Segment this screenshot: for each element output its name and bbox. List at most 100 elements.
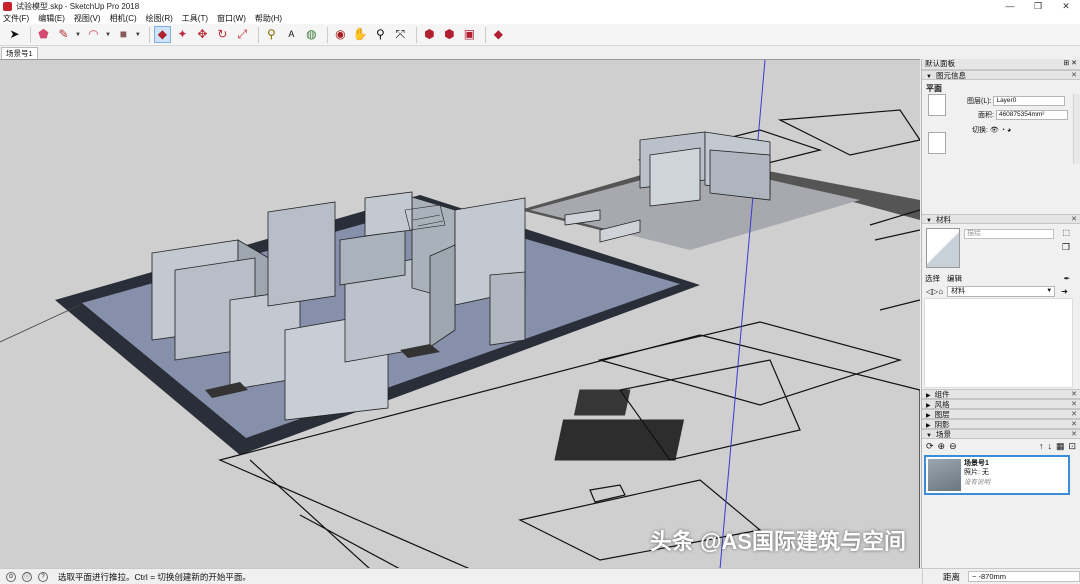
menu-edit[interactable]: 编辑(E) [38, 13, 65, 24]
menu-tools[interactable]: 工具(T) [182, 13, 208, 24]
eyedropper-icon[interactable]: ✒ [1064, 274, 1070, 283]
visibility-icon[interactable]: 👁 [990, 127, 999, 134]
zoom-icon[interactable]: ⚲ [372, 26, 389, 43]
credits-icon[interactable]: ⓘ [22, 571, 32, 582]
receive-shadow-icon[interactable]: ◕ [1007, 127, 1011, 134]
toggles-row: 切换: 👁 ◔ ◕ [972, 125, 1011, 135]
close-icon[interactable]: ✕ [1071, 420, 1077, 429]
distance-input[interactable]: ~ -870mm [968, 571, 1080, 582]
tape-measure-icon[interactable]: ⚲ [263, 26, 280, 43]
move-down-icon[interactable]: ↓ [1047, 441, 1052, 451]
layer-row: 图层(L): Layer0 [967, 96, 1066, 107]
close-icon[interactable]: ✕ [1071, 390, 1077, 399]
chevron-down-icon[interactable]: ▼ [75, 32, 81, 38]
shape-icon[interactable]: ■ [115, 26, 132, 43]
back-material-swatch[interactable] [928, 132, 946, 154]
drawing-viewport[interactable]: 头条 @AS国际建筑与空间 [0, 59, 920, 568]
menu-camera[interactable]: 相机(C) [110, 13, 137, 24]
entity-info-header[interactable]: ▼ 图元信息 ✕ [922, 70, 1080, 80]
follow-me-icon[interactable]: ✦ [174, 26, 191, 43]
layer-label: 图层(L): [967, 98, 992, 105]
material-library-select[interactable]: 材料 ▼ [947, 285, 1056, 297]
paint-bucket-icon[interactable]: ◍ [303, 26, 320, 43]
scene-tab[interactable]: 场景号1 [1, 47, 38, 59]
layer-select[interactable]: Layer0 [993, 96, 1066, 107]
scene-card[interactable]: 场景号1 照片: 无 没有说明 [924, 455, 1070, 495]
status-message: 选取平面进行推拉。Ctrl = 切换创建新的开始平面。 [58, 571, 251, 582]
orbit-icon[interactable]: ◉ [332, 26, 349, 43]
material-library-value: 材料 [951, 287, 966, 295]
sketchup-window: 试验模型.skp - SketchUp Pro 2018 — ❐ ✕ 文件(F)… [0, 0, 1080, 584]
instructor-icon[interactable]: ? [38, 571, 48, 582]
chevron-down-icon[interactable]: ▼ [105, 32, 111, 38]
restore-button[interactable]: ❐ [1024, 0, 1052, 13]
add-scene-icon[interactable]: ⊕ [938, 441, 946, 452]
select-icon[interactable]: ➤ [6, 26, 23, 43]
components-title: 组件 [934, 390, 950, 399]
material-name-field[interactable]: 描绘 [964, 229, 1054, 239]
close-icon[interactable]: ✕ [1071, 410, 1077, 419]
3d-warehouse-icon[interactable]: ⬢ [421, 26, 438, 43]
styles-header[interactable]: ▶ 风格 ✕ [922, 399, 1080, 409]
menu-bar: 文件(F) 编辑(E) 视图(V) 相机(C) 绘图(R) 工具(T) 窗口(W… [0, 13, 1080, 24]
text-icon[interactable]: A [283, 26, 300, 43]
chevron-down-icon[interactable]: ▼ [135, 32, 141, 38]
menu-help[interactable]: 帮助(H) [255, 13, 282, 24]
show-details-icon[interactable]: ⊡ [1068, 441, 1076, 452]
create-material-icon[interactable]: ❒ [1062, 242, 1070, 253]
materials-nav: ◁ ▷ ⌂ 材料 ▼ ➜ [922, 284, 1080, 298]
scale-icon[interactable]: ⤢ [234, 26, 251, 43]
zoom-extents-icon[interactable]: ⤧ [392, 26, 409, 43]
shadows-header[interactable]: ▶ 阴影 ✕ [922, 419, 1080, 429]
large-toolset: ➤ ⬟ ✎ ▼ ◠ ▼ ■ ▼ ◆ ✦ ✥ ↻ ⤢ ⚲ A ◍ ◉ ✋ ⚲ ⤧ … [0, 24, 1080, 46]
move-up-icon[interactable]: ↑ [1039, 441, 1044, 451]
tab-select[interactable]: 选择 [925, 273, 940, 284]
menu-window[interactable]: 窗口(W) [217, 13, 246, 24]
materials-header[interactable]: ▼ 材料 ✕ [922, 214, 1080, 224]
material-swatch[interactable] [926, 228, 960, 268]
sample-paint-icon[interactable]: ⬚ [1062, 228, 1070, 237]
layout-icon[interactable]: ▣ [461, 26, 478, 43]
toolbar-separator [484, 26, 486, 43]
move-icon[interactable]: ✥ [194, 26, 211, 43]
eraser-icon[interactable]: ⬟ [35, 26, 52, 43]
entity-info-scrollbar[interactable] [1073, 94, 1080, 164]
close-icon[interactable]: ✕ [1071, 215, 1077, 224]
toolbar-separator [257, 26, 259, 43]
pan-icon[interactable]: ✋ [352, 26, 369, 43]
menu-draw[interactable]: 绘图(R) [146, 13, 173, 24]
ruby-icon[interactable]: ◆ [490, 26, 507, 43]
watermark-text: 头条 @AS国际建筑与空间 [649, 529, 906, 554]
extension-warehouse-icon[interactable]: ⬢ [441, 26, 458, 43]
material-list[interactable] [924, 298, 1073, 388]
menu-file[interactable]: 文件(F) [3, 13, 29, 24]
details-arrow-icon[interactable]: ➜ [1061, 287, 1068, 296]
pencil-icon[interactable]: ✎ [55, 26, 72, 43]
minimize-button[interactable]: — [996, 0, 1024, 13]
materials-tabs: 选择 编辑 ✒ [922, 272, 1080, 284]
layers-header[interactable]: ▶ 图层 ✕ [922, 409, 1080, 419]
home-icon[interactable]: ⌂ [938, 287, 943, 296]
close-icon[interactable]: ✕ [1071, 71, 1077, 80]
close-icon[interactable]: ✕ [1071, 430, 1077, 439]
geo-location-icon[interactable]: ⊙ [6, 571, 16, 582]
front-material-swatch[interactable] [928, 94, 946, 116]
toggle-label: 切换: [972, 127, 988, 134]
scenes-header[interactable]: ▼ 场景 ✕ [922, 429, 1080, 439]
components-header[interactable]: ▶ 组件 ✕ [922, 389, 1080, 399]
close-button[interactable]: ✕ [1052, 0, 1080, 13]
rotate-icon[interactable]: ↻ [214, 26, 231, 43]
scene-thumbnail [928, 459, 961, 491]
refresh-scene-icon[interactable]: ⟳ [926, 441, 934, 452]
cast-shadow-icon[interactable]: ◔ [1001, 127, 1005, 134]
toolbar-separator [30, 26, 31, 43]
close-icon[interactable]: ✕ [1071, 400, 1077, 409]
tray-controls[interactable]: ⊞ ✕ [1063, 59, 1077, 69]
tab-edit[interactable]: 编辑 [947, 273, 962, 284]
menu-view[interactable]: 视图(V) [74, 13, 101, 24]
remove-scene-icon[interactable]: ⊖ [949, 441, 957, 452]
arc-icon[interactable]: ◠ [85, 26, 102, 43]
window-title: 试验模型.skp - SketchUp Pro 2018 [16, 2, 140, 11]
push-pull-icon[interactable]: ◆ [153, 26, 171, 43]
view-options-icon[interactable]: ▦ [1056, 441, 1065, 452]
